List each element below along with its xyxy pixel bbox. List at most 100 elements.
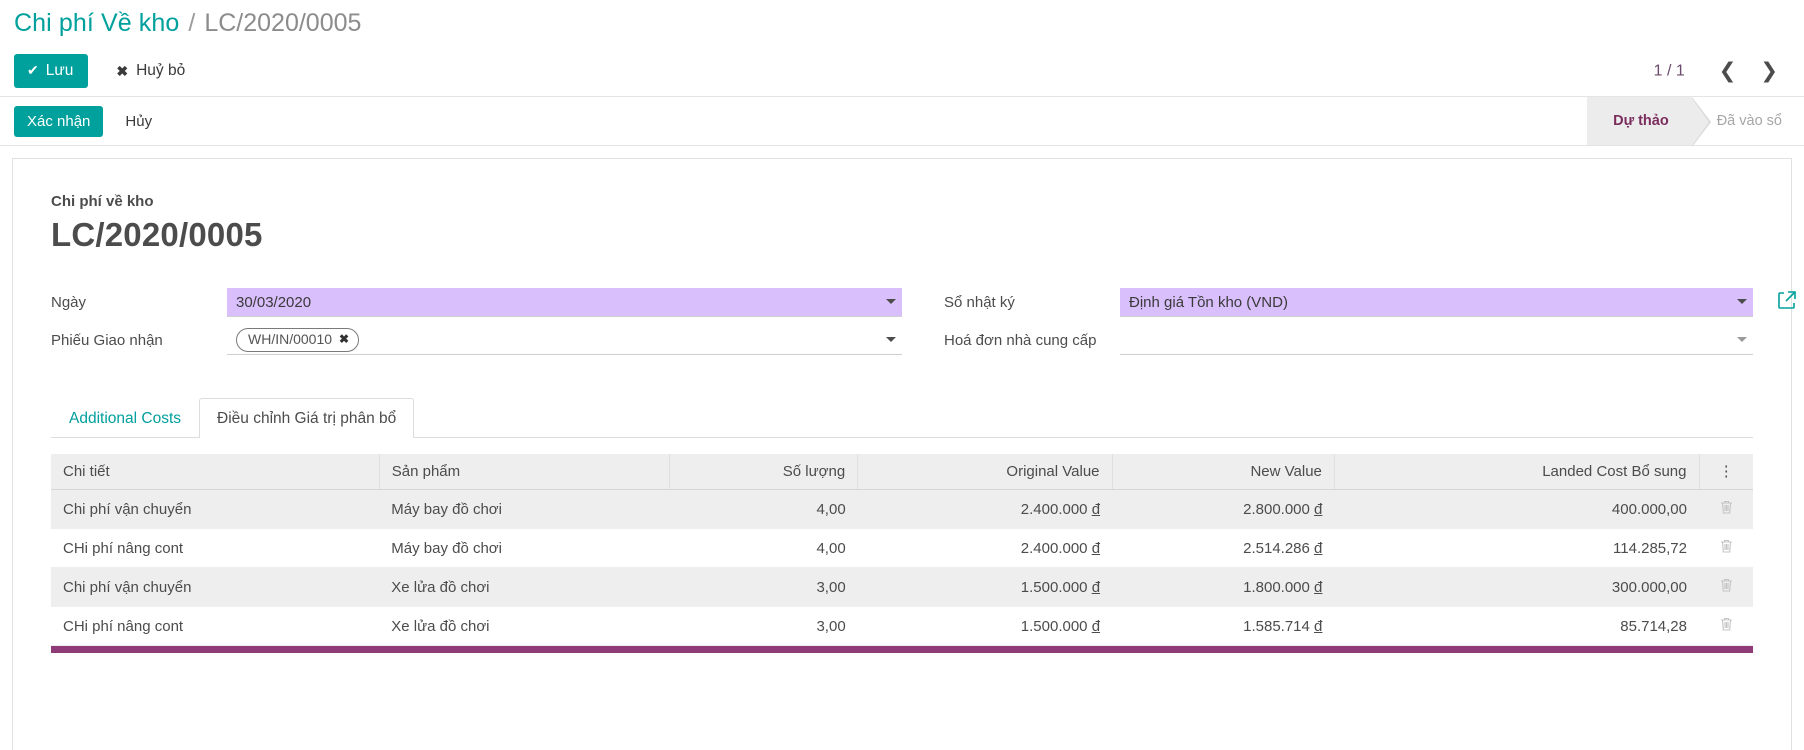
cell-new-value-amount: 1.800.000 bbox=[1243, 578, 1310, 596]
delete-row-button[interactable] bbox=[1699, 528, 1753, 568]
cell-quantity[interactable]: 4,00 bbox=[669, 528, 858, 568]
cell-product[interactable]: Máy bay đồ chơi bbox=[379, 489, 670, 529]
currency-symbol: đ bbox=[1314, 500, 1323, 518]
breadcrumb-separator: / bbox=[188, 8, 196, 37]
cell-new-value[interactable]: 1.800.000 đ bbox=[1112, 567, 1335, 607]
table-body: Chi phí vận chuyển Máy bay đồ chơi 4,00 … bbox=[51, 489, 1753, 646]
cell-product[interactable]: Xe lửa đồ chơi bbox=[379, 567, 670, 607]
currency-symbol: đ bbox=[1091, 500, 1101, 518]
valuation-adjustment-table: Chi tiết Sản phẩm Số lượng Original Valu… bbox=[51, 454, 1753, 646]
field-journal-label: Sổ nhật ký bbox=[944, 294, 1015, 311]
cell-original-value[interactable]: 1.500.000 đ bbox=[857, 606, 1113, 646]
column-options-button[interactable]: ⋮ bbox=[1699, 454, 1753, 490]
picking-tag-field[interactable]: WH/IN/00010 ✖ bbox=[227, 326, 902, 355]
document-subtitle: Chi phí về kho bbox=[51, 193, 154, 210]
table-row[interactable]: CHi phí nâng cont Máy bay đồ chơi 4,00 2… bbox=[51, 528, 1753, 568]
currency-symbol: đ bbox=[1314, 617, 1323, 635]
cell-new-value[interactable]: 2.514.286 đ bbox=[1112, 528, 1335, 568]
field-picking-control[interactable]: WH/IN/00010 ✖ bbox=[227, 326, 902, 355]
cell-landed-cost[interactable]: 400.000,00 bbox=[1334, 489, 1699, 529]
external-link-icon[interactable] bbox=[1777, 290, 1797, 314]
table-head: Chi tiết Sản phẩm Số lượng Original Valu… bbox=[51, 454, 1753, 490]
form-column-right: Sổ nhật ký Hoá đ bbox=[902, 288, 1796, 364]
cancel-button[interactable]: Hủy bbox=[115, 106, 162, 137]
cell-new-value-amount: 1.585.714 bbox=[1243, 617, 1310, 635]
tab-additional-costs-label: Additional Costs bbox=[69, 410, 182, 427]
currency-symbol: đ bbox=[1091, 617, 1101, 635]
cell-original-value[interactable]: 2.400.000 đ bbox=[857, 489, 1113, 529]
cell-landed-cost[interactable]: 114.285,72 bbox=[1334, 528, 1699, 568]
column-header-original-value[interactable]: Original Value bbox=[857, 454, 1113, 490]
save-button[interactable]: ✔ Lưu bbox=[14, 54, 89, 88]
delete-row-button[interactable] bbox=[1699, 489, 1753, 529]
next-record-button[interactable]: ❯ bbox=[1748, 61, 1790, 82]
tab-valuation-adjustments-label: Điều chỉnh Giá trị phân bổ bbox=[217, 410, 397, 427]
table-row[interactable]: CHi phí nâng cont Xe lửa đồ chơi 3,00 1.… bbox=[51, 606, 1753, 646]
form-sheet: Chi phí về kho LC/2020/0005 Ngày Phiếu G… bbox=[12, 158, 1796, 750]
field-journal: Sổ nhật ký bbox=[944, 288, 1796, 317]
cell-new-value[interactable]: 2.800.000 đ bbox=[1112, 489, 1335, 529]
x-icon: ✖ bbox=[116, 62, 129, 79]
discard-button[interactable]: ✖ Huỷ bỏ bbox=[112, 56, 189, 86]
cell-product[interactable]: Máy bay đồ chơi bbox=[379, 528, 670, 568]
form-column-left: Ngày Phiếu Giao nhận WH/IN/00010 ✖ bbox=[51, 288, 902, 364]
cell-original-value-amount: 1.500.000 bbox=[1020, 617, 1088, 635]
field-date-label: Ngày bbox=[51, 294, 87, 311]
cell-detail[interactable]: CHi phí nâng cont bbox=[51, 606, 380, 646]
column-header-new-value[interactable]: New Value bbox=[1112, 454, 1335, 490]
currency-symbol: đ bbox=[1091, 539, 1101, 557]
cell-original-value[interactable]: 1.500.000 đ bbox=[857, 567, 1113, 607]
cell-original-value-amount: 2.400.000 bbox=[1020, 500, 1088, 518]
discard-button-label: Huỷ bỏ bbox=[136, 62, 186, 79]
cell-detail[interactable]: CHi phí nâng cont bbox=[51, 528, 380, 568]
cell-original-value-amount: 2.400.000 bbox=[1020, 539, 1088, 557]
vertical-dots-icon: ⋮ bbox=[1718, 463, 1734, 480]
pager-count: 1 / 1 bbox=[1653, 62, 1685, 79]
delete-row-button[interactable] bbox=[1699, 567, 1753, 607]
tab-additional-costs[interactable]: Additional Costs bbox=[51, 398, 199, 438]
column-header-landed-cost[interactable]: Landed Cost Bổ sung bbox=[1334, 454, 1700, 490]
notebook-tabs: Additional Costs Điều chỉnh Giá trị phân… bbox=[51, 398, 1753, 438]
breadcrumb-root-link[interactable]: Chi phí Về kho bbox=[14, 9, 179, 38]
table-footer-bar bbox=[51, 646, 1753, 653]
cell-quantity[interactable]: 3,00 bbox=[669, 567, 858, 607]
column-header-detail[interactable]: Chi tiết bbox=[51, 454, 380, 490]
column-header-quantity[interactable]: Số lượng bbox=[669, 454, 859, 490]
vendor-bill-input[interactable] bbox=[1120, 326, 1753, 355]
cell-landed-cost[interactable]: 300.000,00 bbox=[1334, 567, 1699, 607]
cell-original-value[interactable]: 2.400.000 đ bbox=[857, 528, 1113, 568]
cell-quantity[interactable]: 3,00 bbox=[669, 606, 858, 646]
save-button-label: Lưu bbox=[45, 62, 74, 80]
journal-input[interactable] bbox=[1120, 288, 1753, 317]
previous-record-button[interactable]: ❮ bbox=[1707, 61, 1749, 82]
tag-remove-icon[interactable]: ✖ bbox=[339, 332, 349, 346]
cell-landed-cost[interactable]: 85.714,28 bbox=[1334, 606, 1699, 646]
status-step-draft[interactable]: Dự thảo bbox=[1587, 97, 1711, 147]
cell-quantity[interactable]: 4,00 bbox=[669, 489, 858, 529]
date-input[interactable] bbox=[227, 288, 902, 317]
delete-row-button[interactable] bbox=[1699, 606, 1753, 646]
status-bar: Xác nhận Hủy Dự thảo Đã vào sổ bbox=[0, 96, 1804, 147]
field-picking: Phiếu Giao nhận WH/IN/00010 ✖ bbox=[51, 326, 902, 355]
cell-detail[interactable]: Chi phí vận chuyển bbox=[51, 567, 380, 607]
field-journal-control bbox=[1120, 288, 1796, 317]
tag-label: WH/IN/00010 bbox=[248, 331, 333, 348]
tab-valuation-adjustments[interactable]: Điều chỉnh Giá trị phân bổ bbox=[199, 398, 415, 438]
cell-new-value-amount: 2.800.000 bbox=[1243, 500, 1310, 518]
form-grid: Ngày Phiếu Giao nhận WH/IN/00010 ✖ bbox=[51, 288, 1796, 364]
table-header-row: Chi tiết Sản phẩm Số lượng Original Valu… bbox=[51, 454, 1753, 490]
cell-product[interactable]: Xe lửa đồ chơi bbox=[379, 606, 670, 646]
cell-detail[interactable]: Chi phí vận chuyển bbox=[51, 489, 380, 529]
tag-item[interactable]: WH/IN/00010 ✖ bbox=[236, 328, 360, 352]
page-title: LC/2020/0005 bbox=[51, 216, 263, 253]
breadcrumb: Chi phí Về kho / LC/2020/0005 bbox=[0, 0, 1804, 46]
table-row[interactable]: Chi phí vận chuyển Máy bay đồ chơi 4,00 … bbox=[51, 489, 1753, 529]
column-header-product[interactable]: Sản phẩm bbox=[379, 454, 670, 490]
table-row[interactable]: Chi phí vận chuyển Xe lửa đồ chơi 3,00 1… bbox=[51, 567, 1753, 607]
validate-button[interactable]: Xác nhận bbox=[14, 105, 104, 137]
field-vendor-bill-control bbox=[1120, 326, 1753, 355]
cell-new-value[interactable]: 1.585.714 đ bbox=[1112, 606, 1335, 646]
status-step-draft-label: Dự thảo bbox=[1613, 113, 1669, 129]
sheet-wrapper: Chi phí về kho LC/2020/0005 Ngày Phiếu G… bbox=[0, 146, 1804, 750]
check-icon: ✔ bbox=[27, 62, 39, 79]
